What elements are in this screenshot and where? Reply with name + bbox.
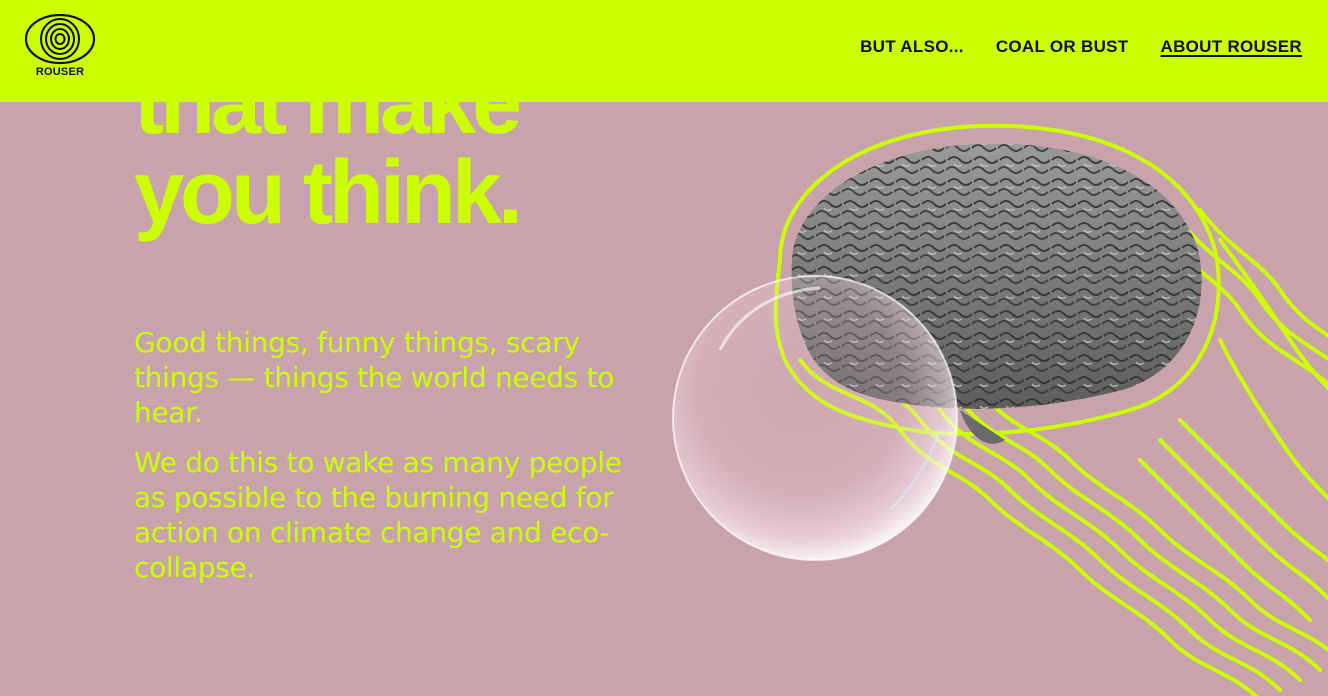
site-header: ROUSER BUT ALSO... COAL OR BUST ABOUT RO… (0, 0, 1328, 102)
nav-link-but-also[interactable]: BUT ALSO... (860, 36, 964, 58)
nav-link-about-rouser[interactable]: ABOUT ROUSER (1161, 36, 1303, 58)
logo-text: ROUSER (35, 66, 85, 78)
hero-illustration-svg (672, 123, 1328, 696)
main-nav: BUT ALSO... COAL OR BUST ABOUT ROUSER (860, 36, 1302, 58)
logo-link[interactable]: ROUSER (24, 14, 96, 80)
mission-paragraph: We do this to wake as many people as pos… (134, 446, 622, 584)
concentric-rings-icon (24, 14, 96, 65)
page: ROUSER BUT ALSO... COAL OR BUST ABOUT RO… (0, 0, 1328, 696)
nav-link-coal-or-bust[interactable]: COAL OR BUST (996, 36, 1129, 58)
hero-heading-line-2: you think. (134, 143, 523, 243)
soap-bubble-image (672, 275, 958, 561)
hero-illustration (660, 110, 1328, 696)
intro-paragraph: Good things, funny things, scary things … (134, 326, 615, 429)
